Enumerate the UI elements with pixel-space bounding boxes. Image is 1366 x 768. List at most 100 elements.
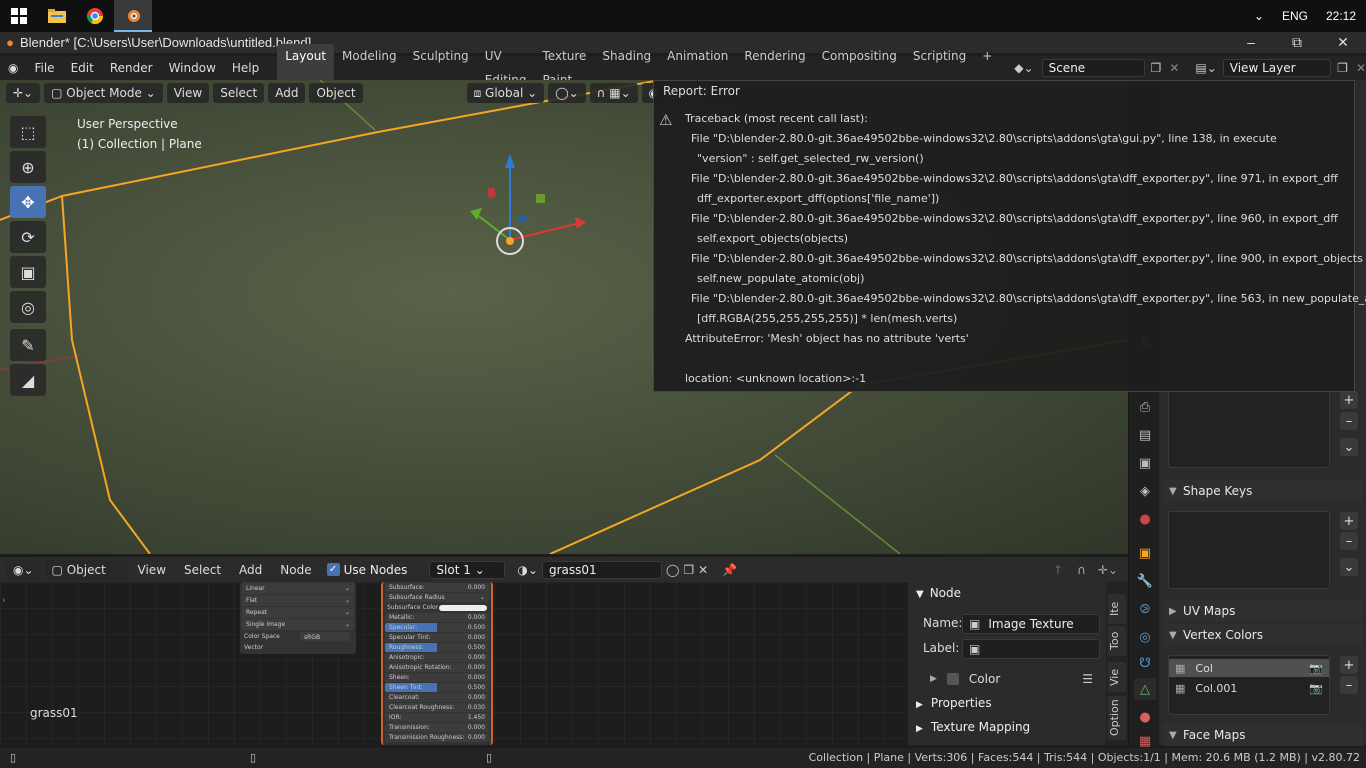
scale-tool-icon[interactable]: ▣	[10, 256, 46, 288]
bsdf-field[interactable]: Anisotropic Rotation: 0.000	[385, 663, 489, 672]
bsdf-field[interactable]: Subsurface Radius ⌄	[385, 593, 489, 602]
menu-view[interactable]: View	[166, 83, 210, 103]
menu-render[interactable]: Render	[102, 56, 161, 80]
menu-add[interactable]: Add	[268, 83, 306, 103]
render-camera-icon[interactable]: 📷	[1309, 682, 1323, 695]
menu-edit[interactable]: Edit	[63, 56, 102, 80]
bsdf-field[interactable]: Specular Tint: 0.000	[385, 633, 489, 642]
color-checkbox[interactable]	[946, 673, 959, 685]
menu-select[interactable]: Select	[177, 560, 228, 580]
bsdf-field[interactable]: Sheen Tint: 0.500	[385, 683, 489, 692]
vector-socket[interactable]: Vector	[240, 642, 356, 653]
properties-panel-header[interactable]: ▶ Properties	[916, 696, 992, 710]
measure-tool-icon[interactable]: ◢	[10, 364, 46, 396]
add-vertex-group-button[interactable]: +	[1340, 391, 1358, 409]
shape-keys-list[interactable]	[1168, 511, 1330, 589]
mode-select[interactable]: ▢ Object Mode ⌄	[44, 83, 163, 103]
color-space-select[interactable]: sRGB	[300, 632, 350, 641]
bsdf-field[interactable]: Specular: 0.500	[385, 623, 489, 632]
vertex-groups-list[interactable]	[1168, 390, 1330, 468]
add-vertex-color-button[interactable]: +	[1340, 656, 1358, 674]
world-tab-icon[interactable]: ●	[1134, 508, 1156, 530]
clock[interactable]: 22:12	[1326, 9, 1356, 23]
interpolation-select[interactable]: Linear ⌄	[242, 583, 354, 594]
scene-icon[interactable]: ◆⌄	[1014, 61, 1033, 75]
render-tab-icon[interactable]: ⎙	[1134, 396, 1156, 418]
orientation-select[interactable]: ⧈ Global ⌄	[466, 83, 545, 103]
menu-view[interactable]: View	[131, 560, 173, 580]
list-icon[interactable]: ☰	[1082, 672, 1093, 686]
image-texture-node[interactable]: Linear ⌄ Flat ⌄ Repeat ⌄ Single Image ⌄ Colo…	[240, 582, 356, 654]
close-button[interactable]: ✕	[1320, 32, 1366, 53]
physics-tab-icon[interactable]: ◎	[1134, 626, 1156, 648]
menu-add[interactable]: Add	[232, 560, 269, 580]
bsdf-field[interactable]: Transmission: 0.000	[385, 723, 489, 732]
expand-arrow-icon[interactable]: ▶	[930, 674, 937, 684]
shape-key-menu-icon[interactable]: ⌄	[1340, 558, 1358, 576]
snap-element-icon[interactable]: ✛⌄	[1098, 563, 1118, 577]
menu-node[interactable]: Node	[273, 560, 318, 580]
node-editor-canvas[interactable]: › Linear ⌄ Flat ⌄ Repeat ⌄ Single Image ⌄ Co…	[0, 582, 908, 745]
scene-tab-icon[interactable]: ◈	[1134, 480, 1156, 502]
remove-shape-key-button[interactable]: –	[1340, 532, 1358, 550]
tab-view[interactable]: Vie	[1108, 662, 1126, 692]
collapse-arrow-icon[interactable]: ›	[2, 596, 6, 606]
constraints-tab-icon[interactable]: ☋	[1134, 652, 1156, 674]
menu-select[interactable]: Select	[213, 83, 265, 103]
bsdf-field[interactable]: Roughness: 0.500	[385, 643, 489, 652]
transform-tool-icon[interactable]: ◎	[10, 291, 46, 323]
rotate-tool-icon[interactable]: ⟳	[10, 221, 46, 253]
bsdf-field[interactable]: Clearcoat: 0.000	[385, 693, 489, 702]
particles-tab-icon[interactable]: ⧁	[1134, 598, 1156, 620]
view-layer-tab-icon[interactable]: ▣	[1134, 452, 1156, 474]
restore-button[interactable]: ⧉	[1274, 32, 1320, 53]
fake-user-icon[interactable]: ◯	[666, 563, 679, 577]
use-nodes-checkbox[interactable]: ✓	[326, 563, 340, 576]
panel-vertex-colors[interactable]: ▼ Vertex Colors	[1163, 624, 1363, 646]
remove-view-layer-icon[interactable]: ✕	[1356, 61, 1366, 75]
pivot-icon[interactable]: ◯⌄	[548, 83, 586, 103]
file-explorer-icon[interactable]	[38, 0, 76, 32]
bsdf-field[interactable]: Clearcoat Roughness: 0.030	[385, 703, 489, 712]
texture-mapping-panel-header[interactable]: ▶ Texture Mapping	[916, 720, 1030, 734]
object-tab-icon[interactable]: ▣	[1134, 542, 1156, 564]
extension-select[interactable]: Repeat ⌄	[242, 607, 354, 618]
remove-vertex-group-button[interactable]: –	[1340, 412, 1358, 430]
vertex-color-item[interactable]: ▦ Col 📷	[1169, 659, 1329, 677]
remove-vertex-color-button[interactable]: –	[1340, 676, 1358, 694]
pin-icon[interactable]: 📌	[722, 563, 737, 577]
language-indicator[interactable]: ENG	[1282, 9, 1308, 23]
panel-face-maps[interactable]: ▼ Face Maps	[1163, 724, 1363, 746]
bsdf-field[interactable]: IOR: 1.450	[385, 713, 489, 722]
annotate-tool-icon[interactable]: ✎	[10, 329, 46, 361]
editor-type-icon[interactable]: ✛⌄	[6, 83, 41, 103]
slot-select[interactable]: Slot 1 ⌄	[429, 560, 506, 579]
blender-taskbar-icon[interactable]	[114, 0, 152, 32]
bsdf-field[interactable]: Metallic: 0.000	[385, 613, 489, 622]
new-scene-icon[interactable]: ❐	[1151, 61, 1162, 75]
node-label-field[interactable]: ▣	[962, 639, 1100, 659]
move-tool-icon[interactable]: ✥	[10, 186, 46, 218]
vertex-group-menu-icon[interactable]: ⌄	[1340, 438, 1358, 456]
bsdf-field[interactable]: Subsurface: 0.000	[385, 583, 489, 592]
new-material-icon[interactable]: ❐	[683, 563, 694, 577]
vertex-color-item[interactable]: ▦ Col.001 📷	[1169, 679, 1329, 697]
new-view-layer-icon[interactable]: ❐	[1337, 61, 1348, 75]
view-layer-icon[interactable]: ▤⌄	[1195, 61, 1216, 75]
output-tab-icon[interactable]: ▤	[1134, 424, 1156, 446]
material-tab-icon[interactable]: ●	[1134, 706, 1156, 728]
parent-node-tree-icon[interactable]: ↑	[1053, 563, 1063, 577]
bsdf-field[interactable]: Anisotropic: 0.000	[385, 653, 489, 662]
projection-select[interactable]: Flat ⌄	[242, 595, 354, 606]
tab-tool[interactable]: Too	[1108, 626, 1126, 656]
chrome-icon[interactable]	[76, 0, 114, 32]
panel-shape-keys[interactable]: ▼ Shape Keys	[1163, 480, 1363, 502]
modifier-tab-icon[interactable]: 🔧	[1134, 570, 1156, 592]
active-render-camera-icon[interactable]: 📷	[1309, 662, 1323, 675]
windows-start-icon[interactable]	[0, 0, 38, 32]
minimize-button[interactable]: –	[1228, 32, 1274, 53]
editor-type-icon[interactable]: ◉⌄	[6, 559, 41, 580]
remove-scene-icon[interactable]: ✕	[1169, 61, 1179, 75]
add-shape-key-button[interactable]: +	[1340, 512, 1358, 530]
node-panel-header[interactable]: ▼ Node	[916, 586, 961, 600]
